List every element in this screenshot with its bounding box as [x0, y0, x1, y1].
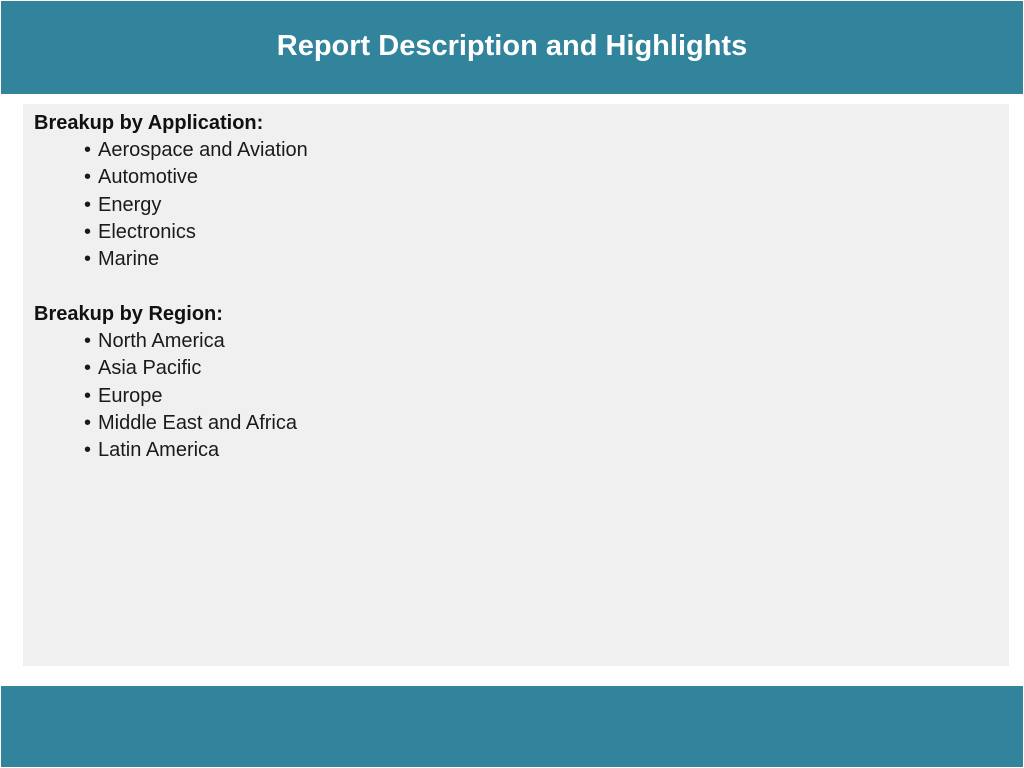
bullet-icon: •: [84, 384, 92, 407]
bullet-icon: •: [84, 139, 92, 161]
bullet-icon: •: [84, 330, 92, 352]
list-item-label: Latin America: [98, 439, 220, 462]
list-item-label: Automotive: [98, 166, 199, 189]
list-item-label: Marine: [98, 248, 160, 271]
bullet-icon: •: [84, 248, 92, 271]
bullet-icon: •: [84, 166, 92, 189]
section-heading-region: Breakup by Region:: [34, 303, 223, 325]
list-item: • Latin America: [84, 437, 297, 464]
list-item-label: Energy: [98, 193, 162, 216]
list-item: • Aerospace and Aviation: [84, 137, 308, 164]
bullet-icon: •: [84, 439, 92, 462]
list-item: • Automotive: [84, 164, 308, 191]
list-item-label: Middle East and Africa: [98, 411, 297, 434]
bullet-icon: •: [84, 411, 92, 434]
list-item: • Middle East and Africa: [84, 410, 297, 437]
list-item-label: Aerospace and Aviation: [98, 139, 308, 161]
bullet-icon: •: [84, 220, 92, 243]
list-item-label: North America: [98, 330, 225, 352]
list-item: • Europe: [84, 383, 297, 410]
region-list: • North America • Asia Pacific • Europe • Mi…: [84, 328, 297, 464]
list-item: • North America: [84, 328, 297, 355]
section-heading-application: Breakup by Application:: [34, 112, 264, 134]
page-title: Report Description and Highlights: [276, 30, 748, 62]
list-item: • Asia Pacific: [84, 355, 297, 382]
list-item-label: Asia Pacific: [98, 357, 202, 380]
list-item-label: Europe: [98, 384, 163, 407]
header-bar: Report Description and Highlights: [1, 1, 1023, 94]
list-item: • Energy: [84, 192, 308, 219]
footer-bar: [1, 686, 1023, 767]
list-item: • Marine: [84, 246, 308, 273]
bullet-icon: •: [84, 357, 92, 380]
list-item-label: Electronics: [98, 220, 196, 243]
list-item: • Electronics: [84, 219, 308, 246]
bullet-icon: •: [84, 193, 92, 216]
application-list: • Aerospace and Aviation • Automotive • Ene…: [84, 137, 308, 273]
content-panel: Breakup by Application: • Aerospace and A…: [23, 104, 1009, 666]
